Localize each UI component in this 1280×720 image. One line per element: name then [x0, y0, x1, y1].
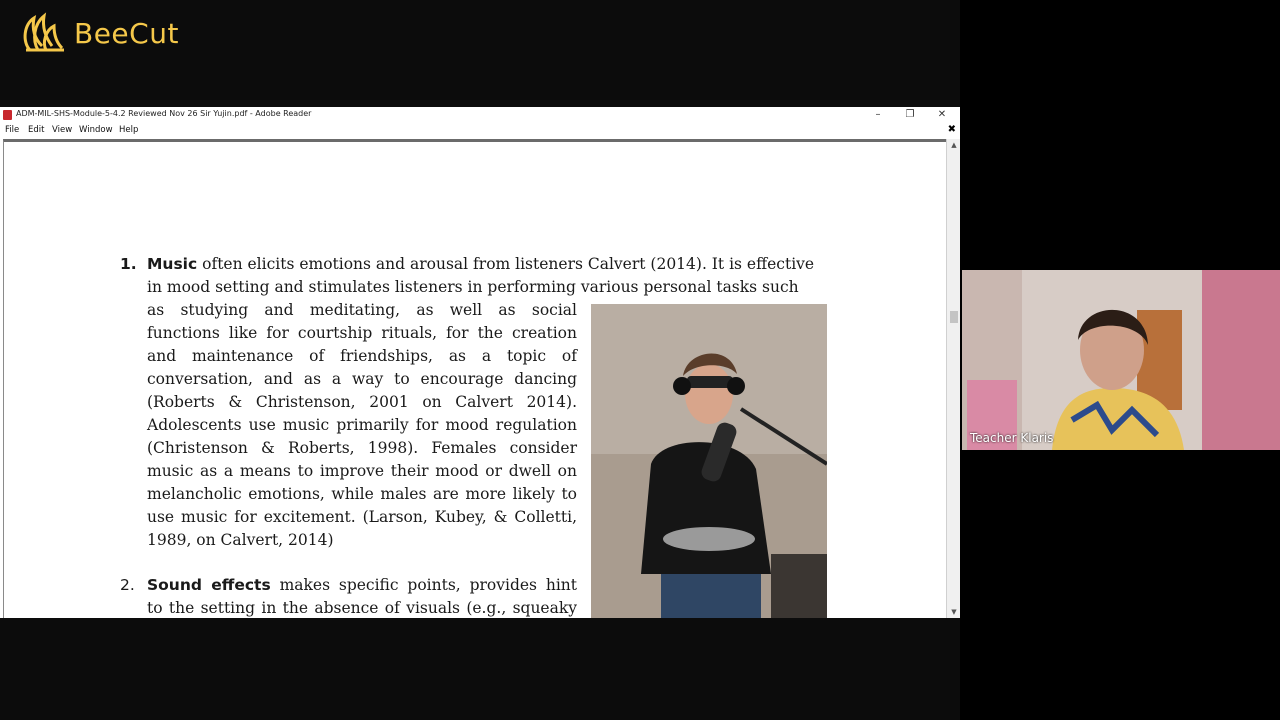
teacher-webcam-image — [962, 270, 1280, 450]
item2-line-1: Sound effects makes specific points, pro… — [147, 576, 577, 594]
close-window-button[interactable]: ✕ — [927, 107, 957, 123]
menu-window[interactable]: Window — [79, 125, 113, 135]
item1-text-line-7: (Roberts & Christenson, 2001 on Calvert … — [147, 393, 577, 411]
menu-file[interactable]: File — [5, 125, 19, 135]
minimize-button[interactable]: – — [863, 107, 893, 123]
document-view[interactable]: 1. Music often elicits emotions and arou… — [3, 139, 947, 618]
item2-term: Sound effects — [147, 576, 271, 594]
window-title: ADM-MIL-SHS-Module-5-4.2 Reviewed Nov 26… — [16, 109, 312, 118]
item1-text-line-6: conversation, and as a way to encourage … — [147, 370, 577, 388]
menu-view[interactable]: View — [52, 125, 72, 135]
item1-text-line-3: as studying and meditating, as well as s… — [147, 301, 577, 319]
item1-text-line-2: in mood setting and stimulates listeners… — [147, 278, 799, 296]
item-number-2: 2. — [120, 576, 135, 594]
item1-text-line-8: Adolescents use music primarily for mood… — [147, 416, 577, 434]
item1-line-1: Music often elicits emotions and arousal… — [147, 255, 814, 273]
item1-text-line-5: and maintenance of friendships, as a top… — [147, 347, 577, 365]
brand-name: BeeCut — [74, 16, 179, 50]
close-document-button[interactable]: ✖ — [948, 124, 956, 135]
pdf-page: 1. Music often elicits emotions and arou… — [4, 142, 947, 618]
item1-text-line-1: often elicits emotions and arousal from … — [202, 255, 815, 273]
restore-button[interactable]: ❐ — [895, 107, 925, 123]
adobe-reader-window: ADM-MIL-SHS-Module-5-4.2 Reviewed Nov 26… — [0, 107, 960, 618]
item1-text-line-4: functions like for courtship rituals, fo… — [147, 324, 577, 342]
item-number-1: 1. — [120, 255, 137, 273]
window-titlebar: ADM-MIL-SHS-Module-5-4.2 Reviewed Nov 26… — [0, 107, 960, 124]
item2-text-line-1: makes specific points, provides hint — [279, 576, 577, 594]
item1-text-line-13: 1989, on Calvert, 2014) — [147, 531, 334, 549]
item2-text-line-2: to the setting in the absence of visuals… — [147, 599, 577, 617]
menu-help[interactable]: Help — [119, 125, 138, 135]
scroll-thumb[interactable] — [950, 311, 958, 323]
item1-text-line-12: use music for excitement. (Larson, Kubey… — [147, 508, 577, 526]
vertical-scrollbar[interactable]: ▲ ▼ — [946, 139, 960, 618]
scroll-up-arrow-icon[interactable]: ▲ — [947, 139, 960, 151]
menu-bar: File Edit View Window Help ✖ — [0, 123, 960, 138]
musician-photo — [591, 304, 827, 618]
menu-edit[interactable]: Edit — [28, 125, 44, 135]
scroll-down-arrow-icon[interactable]: ▼ — [947, 606, 960, 618]
participant-name-label: Teacher Klaris — [970, 431, 1054, 445]
brand-logo: BeeCut — [20, 12, 179, 54]
bee-logo-icon — [23, 12, 64, 52]
pdf-app-icon — [3, 110, 12, 120]
item1-text-line-11: melancholic emotions, while males are mo… — [147, 485, 577, 503]
item1-text-line-10: music as a means to improve their mood o… — [147, 462, 577, 480]
item1-term: Music — [147, 255, 198, 273]
man-with-microphone-image — [591, 304, 827, 618]
webcam-video-tile: Teacher Klaris — [962, 270, 1280, 450]
item1-text-line-9: (Christenson & Roberts, 1998). Females c… — [147, 439, 577, 457]
